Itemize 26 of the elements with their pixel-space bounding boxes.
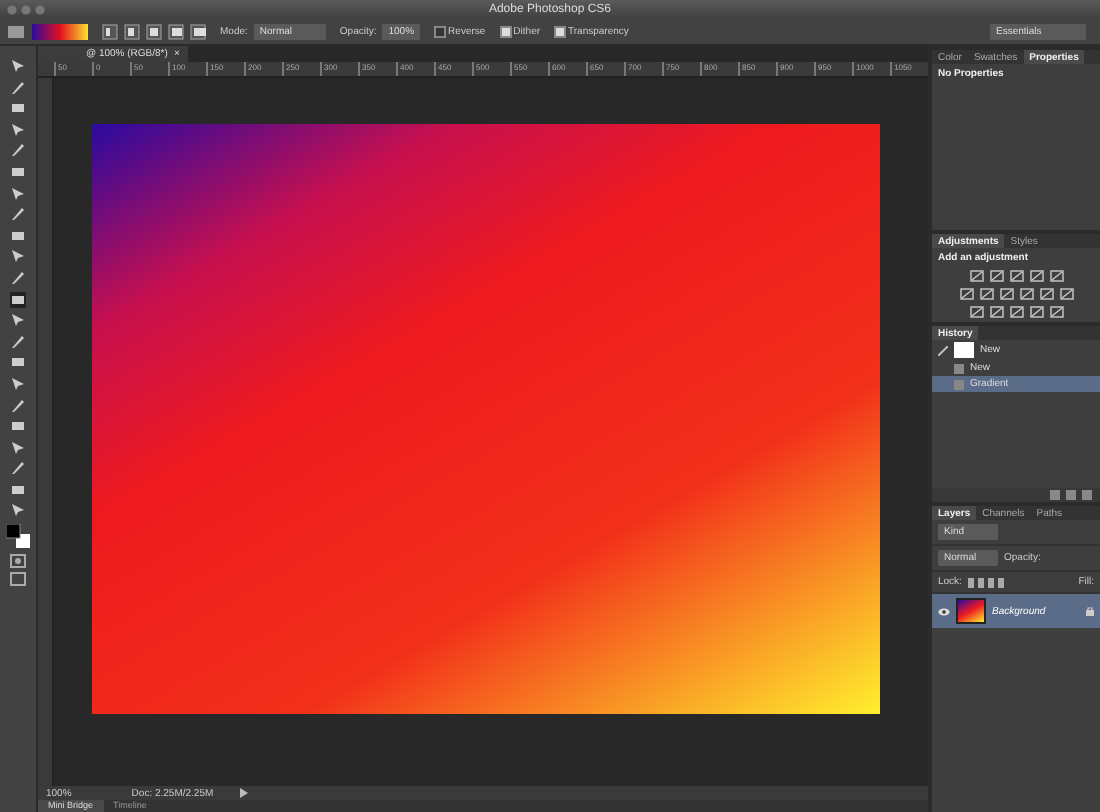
adjustment-icon[interactable]	[989, 306, 1003, 318]
adjustment-icon[interactable]	[1039, 288, 1053, 300]
adjustment-icon[interactable]	[1049, 270, 1063, 282]
adjustment-icon[interactable]	[969, 306, 983, 318]
arrow-icon[interactable]	[239, 788, 248, 798]
adjustment-icon[interactable]	[979, 288, 993, 300]
adjustment-icon[interactable]	[1029, 306, 1043, 318]
gradient-type-icon[interactable]	[102, 24, 118, 40]
quick-mask-icon[interactable]	[10, 553, 26, 568]
screen-mode-icon[interactable]	[10, 572, 26, 587]
adjustment-icon[interactable]	[1019, 288, 1033, 300]
adjustment-icon[interactable]	[959, 288, 973, 300]
brush-icon	[938, 345, 948, 355]
adjustment-icon[interactable]	[1009, 270, 1023, 282]
adjustment-icon[interactable]	[969, 270, 983, 282]
eye-icon[interactable]	[938, 607, 950, 615]
adjustment-icon[interactable]	[1029, 270, 1043, 282]
adjustment-icon[interactable]	[1049, 306, 1063, 318]
gradient-swatch[interactable]	[32, 24, 88, 40]
adjustment-icon[interactable]	[1009, 306, 1023, 318]
adjustment-icon[interactable]	[999, 288, 1013, 300]
color-swatches-icon[interactable]	[6, 524, 30, 549]
lock-options-icon[interactable]	[967, 577, 1004, 587]
adjustment-icon[interactable]	[1059, 288, 1073, 300]
adjustment-icon[interactable]	[989, 270, 1003, 282]
history-actions-icon[interactable]	[1050, 490, 1094, 500]
